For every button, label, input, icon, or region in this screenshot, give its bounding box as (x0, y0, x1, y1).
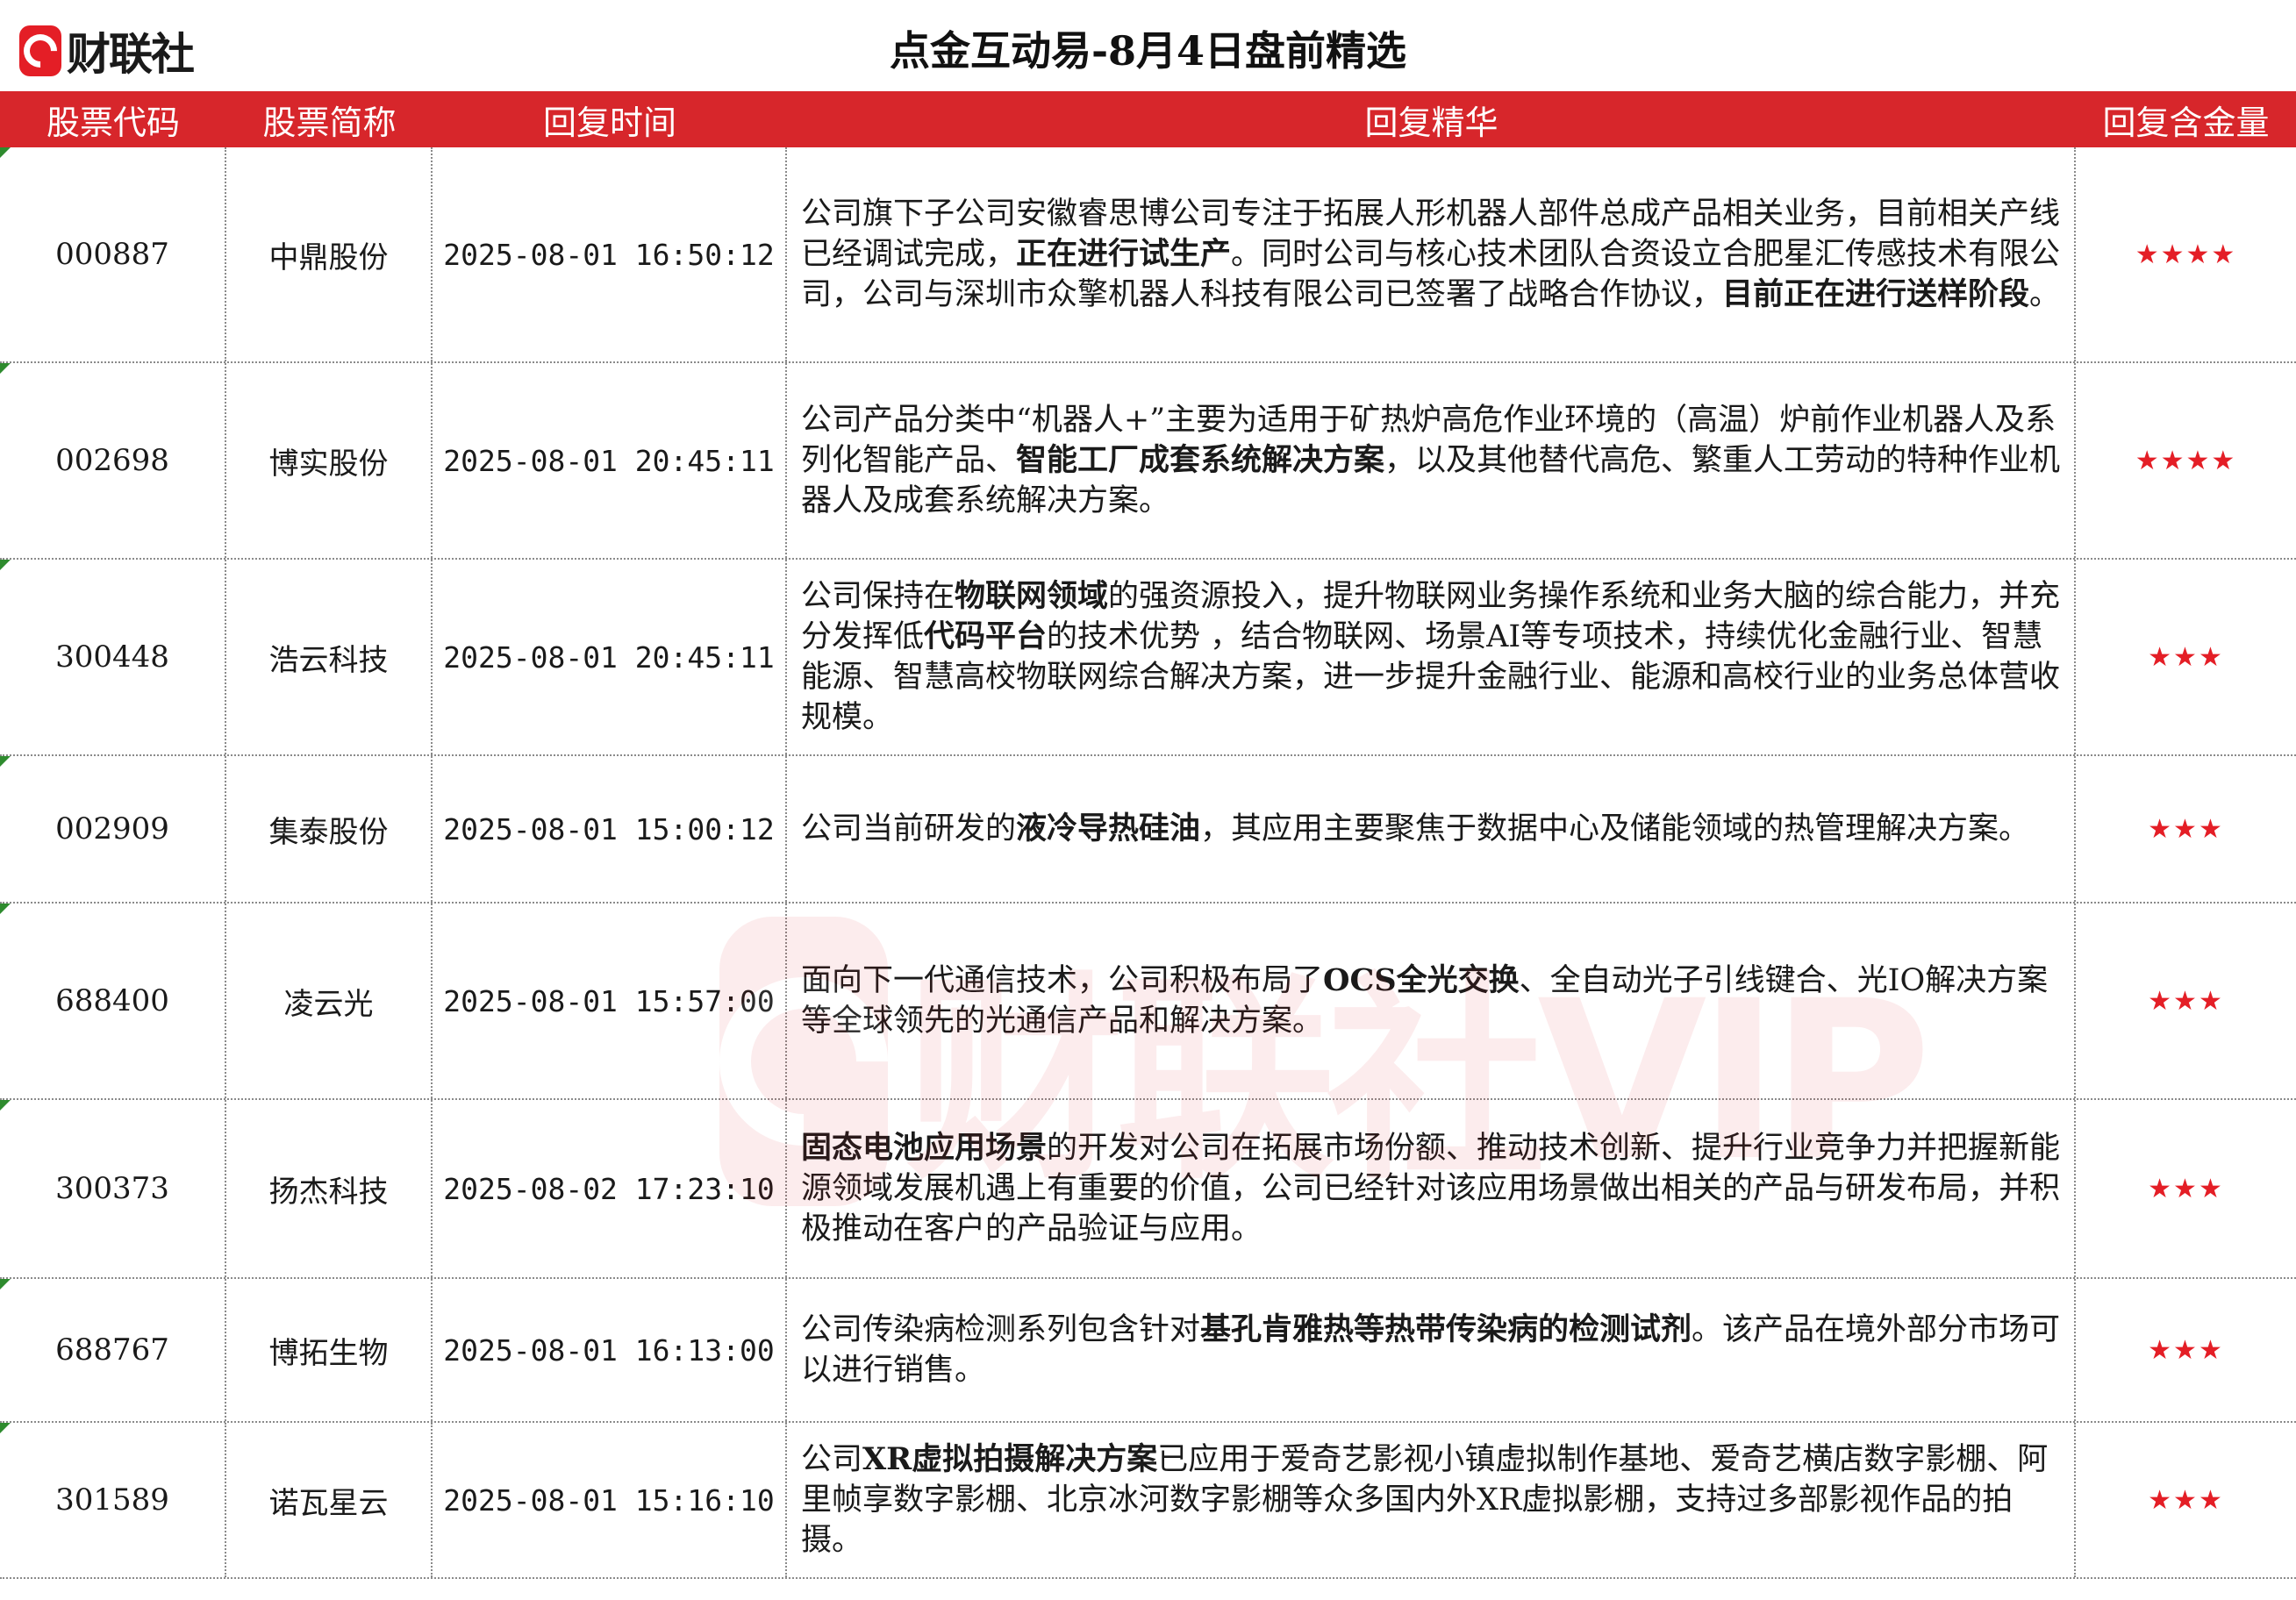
table-row: 301589 诺瓦星云 2025-08-01 15:16:10 公司XR虚拟拍摄解决方… (0, 1423, 2296, 1579)
stock-name: 凌云光 (226, 904, 433, 1098)
table-header: 股票代码 股票简称 回复时间 回复精华 回复含金量 (0, 91, 2296, 147)
table-row: 688400 凌云光 2025-08-01 15:57:00 面向下一代通信技术，公司… (0, 904, 2296, 1100)
reply-text: ，其应用主要聚焦于数据中心及储能领域的热管理解决方案。 (1200, 811, 2030, 846)
reply-essence: 固态电池应用场景的开发对公司在拓展市场份额、推动技术创新、提升行业竞争力并把握新… (787, 1100, 2076, 1277)
highlight-text: 智能工厂成套系统解决方案 (1016, 442, 1385, 478)
reply-time: 2025-08-02 17:23:10 (433, 1100, 787, 1277)
rating-stars: ★★★ (2148, 985, 2224, 1017)
rating-stars: ★★★ (2148, 641, 2224, 673)
stock-code: 000887 (0, 147, 226, 361)
reply-time: 2025-08-01 20:45:11 (433, 560, 787, 754)
rating-cell: ★★★★ (2076, 147, 2296, 361)
stock-name: 中鼎股份 (226, 147, 433, 361)
reply-essence: 公司旗下子公司安徽睿思博公司专注于拓展人形机器人部件总成产品相关业务，目前相关产… (787, 147, 2076, 361)
rating-stars: ★★★★ (2135, 445, 2237, 476)
stock-code: 300448 (0, 560, 226, 754)
header-reply: 回复精华 (1364, 103, 1498, 142)
highlight-text: 正在进行试生产 (1016, 236, 1232, 272)
reply-essence: 公司产品分类中“机器人+”主要为适用于矿热炉高危作业环境的（高温）炉前作业机器人… (787, 363, 2076, 558)
reply-text: 公司传染病检测系列包含针对 (801, 1312, 1201, 1347)
header-code: 股票代码 (46, 103, 180, 142)
reply-table: 000887 中鼎股份 2025-08-01 16:50:12 公司旗下子公司安徽睿思… (0, 147, 2296, 1579)
rating-cell: ★★★ (2076, 1100, 2296, 1277)
reply-time: 2025-08-01 15:00:12 (433, 756, 787, 902)
reply-time: 2025-08-01 16:50:12 (433, 147, 787, 361)
reply-essence: 面向下一代通信技术，公司积极布局了OCS全光交换、全自动光子引线键合、光IO解决… (787, 904, 2076, 1098)
table-row: 300373 扬杰科技 2025-08-02 17:23:10 固态电池应用场景的开发… (0, 1100, 2296, 1279)
highlight-text: 目前正在进行送样阶段 (1722, 276, 2030, 312)
stock-code: 002698 (0, 363, 226, 558)
highlight-text: 液冷导热硅油 (1016, 811, 1201, 846)
stock-name: 博拓生物 (226, 1279, 433, 1421)
stock-code: 002909 (0, 756, 226, 902)
reply-text: 面向下一代通信技术，公司积极布局了 (801, 963, 1324, 998)
page-title: 点金互动易-8月4日盘前精选 (889, 27, 1407, 75)
rating-stars: ★★★ (2148, 813, 2224, 845)
header-time: 回复时间 (542, 103, 676, 142)
table-row: 688767 博拓生物 2025-08-01 16:13:00 公司传染病检测系列包含… (0, 1279, 2296, 1423)
top-bar: 财联社 点金互动易-8月4日盘前精选 (0, 0, 2296, 91)
table-row: 002909 集泰股份 2025-08-01 15:00:12 公司当前研发的液冷导热… (0, 756, 2296, 904)
reply-time: 2025-08-01 20:45:11 (433, 363, 787, 558)
stock-code: 688767 (0, 1279, 226, 1421)
table-row: 300448 浩云科技 2025-08-01 20:45:11 公司保持在物联网领域的… (0, 560, 2296, 756)
stock-name: 博实股份 (226, 363, 433, 558)
reply-essence: 公司当前研发的液冷导热硅油，其应用主要聚焦于数据中心及储能领域的热管理解决方案。 (787, 756, 2076, 902)
stock-name: 浩云科技 (226, 560, 433, 754)
reply-time: 2025-08-01 15:57:00 (433, 904, 787, 1098)
stock-name: 扬杰科技 (226, 1100, 433, 1277)
header-rating: 回复含金量 (2102, 103, 2270, 142)
highlight-text: 物联网领域 (955, 578, 1109, 614)
header-name: 股票简称 (262, 103, 397, 142)
rating-stars: ★★★ (2148, 1334, 2224, 1366)
reply-essence: 公司保持在物联网领域的强资源投入，提升物联网业务操作系统和业务大脑的综合能力，并… (787, 560, 2076, 754)
highlight-text: OCS全光交换 (1323, 962, 1520, 998)
highlight-text: XR虚拟拍摄解决方案 (862, 1441, 1158, 1477)
stock-code: 301589 (0, 1423, 226, 1577)
reply-essence: 公司XR虚拟拍摄解决方案已应用于爱奇艺影视小镇虚拟制作基地、爱奇艺横店数字影棚、… (787, 1423, 2076, 1577)
rating-cell: ★★★ (2076, 904, 2296, 1098)
rating-stars: ★★★ (2148, 1173, 2224, 1204)
rating-stars: ★★★ (2148, 1484, 2224, 1516)
reply-text: 。 (2029, 277, 2061, 312)
rating-stars: ★★★★ (2135, 239, 2237, 270)
stock-name: 诺瓦星云 (226, 1423, 433, 1577)
table-row: 002698 博实股份 2025-08-01 20:45:11 公司产品分类中“机器人… (0, 363, 2296, 560)
stock-code: 688400 (0, 904, 226, 1098)
rating-cell: ★★★ (2076, 1279, 2296, 1421)
highlight-text: 基孔肯雅热等热带传染病的检测试剂 (1200, 1311, 1692, 1347)
reply-text: 公司保持在 (801, 579, 955, 614)
rating-cell: ★★★ (2076, 756, 2296, 902)
stock-name: 集泰股份 (226, 756, 433, 902)
highlight-text: 固态电池应用场景 (801, 1130, 1048, 1166)
highlight-text: 代码平台 (924, 618, 1048, 654)
reply-time: 2025-08-01 16:13:00 (433, 1279, 787, 1421)
reply-text: 公司当前研发的 (801, 811, 1017, 846)
table-row: 000887 中鼎股份 2025-08-01 16:50:12 公司旗下子公司安徽睿思… (0, 147, 2296, 363)
reply-text: 公司 (801, 1442, 863, 1477)
rating-cell: ★★★ (2076, 560, 2296, 754)
stock-code: 300373 (0, 1100, 226, 1277)
rating-cell: ★★★ (2076, 1423, 2296, 1577)
reply-time: 2025-08-01 15:16:10 (433, 1423, 787, 1577)
reply-essence: 公司传染病检测系列包含针对基孔肯雅热等热带传染病的检测试剂。该产品在境外部分市场… (787, 1279, 2076, 1421)
rating-cell: ★★★★ (2076, 363, 2296, 558)
